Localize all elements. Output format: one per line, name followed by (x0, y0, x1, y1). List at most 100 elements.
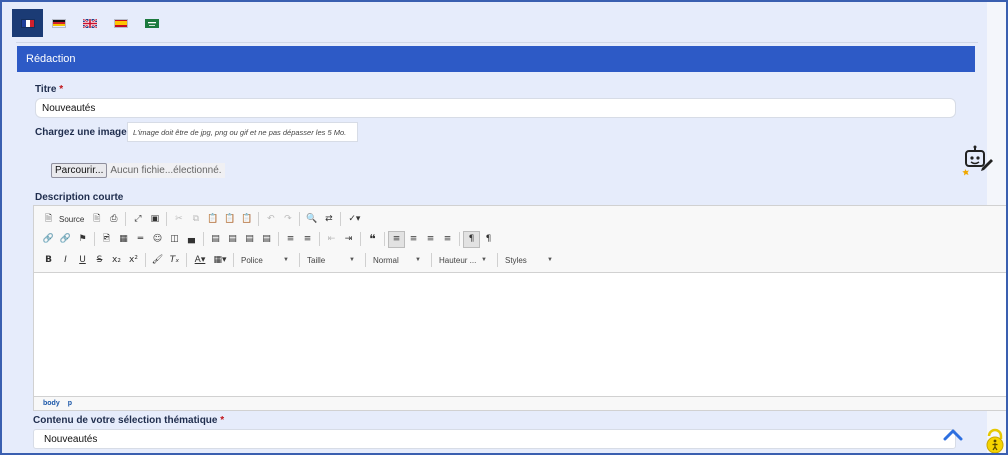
chevron-down-icon: ▼ (349, 257, 355, 263)
toolbar-separator (497, 253, 498, 267)
path-body[interactable]: body (43, 400, 60, 407)
blockquote-icon[interactable]: ❝ (364, 231, 381, 248)
paste-icon[interactable]: 📋 (204, 211, 221, 228)
justify-icon[interactable]: ≡ (439, 231, 456, 248)
bold-icon[interactable]: B (40, 252, 57, 269)
cut-icon[interactable]: ✂ (170, 211, 187, 228)
bulleted-list-icon[interactable]: ≡ (299, 231, 316, 248)
accessibility-icon[interactable] (983, 426, 1007, 454)
align-right-icon[interactable]: ≡ (422, 231, 439, 248)
indent-icon[interactable]: ⇥ (340, 231, 357, 248)
size-combo[interactable]: Taille ▼ (303, 252, 359, 268)
chevron-down-icon: ▼ (283, 257, 289, 263)
align-center-icon[interactable]: ≡ (405, 231, 422, 248)
italic-icon[interactable]: I (57, 252, 74, 269)
title-label-text: Titre (35, 84, 57, 95)
toolbar-separator (166, 212, 168, 226)
source-button[interactable]: Source (57, 215, 88, 224)
toolbar-separator (384, 232, 385, 246)
paste-word-icon[interactable]: 📋 (238, 211, 255, 228)
replace-icon[interactable]: ⇄ (320, 211, 337, 228)
tab-lang-gb[interactable] (74, 9, 105, 37)
styles-combo-label: Styles (505, 255, 527, 265)
toolbar-separator (319, 232, 320, 246)
page-break-icon[interactable]: ▄ (183, 231, 200, 248)
superscript-icon[interactable]: x² (125, 252, 142, 269)
unlink-icon[interactable]: 🔗 (57, 231, 74, 248)
thematic-selection-label: Contenu de votre sélection thématique * (33, 415, 224, 426)
copy-format-icon[interactable]: 🖌 (149, 252, 166, 269)
font-combo-label: Police (241, 255, 263, 265)
link-icon[interactable]: 🔗 (40, 231, 57, 248)
toolbar-separator (125, 212, 127, 226)
font-combo[interactable]: Police ▼ (237, 252, 293, 268)
layout-icon[interactable]: ▤ (207, 231, 224, 248)
image-icon[interactable]: 🖻 (98, 231, 115, 248)
undo-icon[interactable]: ↶ (262, 211, 279, 228)
styles-combo[interactable]: Styles ▼ (501, 252, 557, 268)
toolbar-separator (145, 253, 146, 267)
toolbar-separator (360, 232, 361, 246)
remove-format-icon[interactable]: Tₓ (166, 252, 183, 269)
editor-content-area[interactable] (34, 272, 1006, 397)
title-input[interactable]: Nouveautés (35, 98, 956, 118)
toolbar-separator (459, 232, 460, 246)
bottom-area: Contenu de votre sélection thématique * … (2, 411, 983, 453)
flag-de-icon (51, 18, 66, 28)
show-blocks-icon[interactable]: ▣ (146, 211, 163, 228)
format-combo[interactable]: Normal ▼ (369, 252, 425, 268)
redo-icon[interactable]: ↷ (279, 211, 296, 228)
copy-icon[interactable]: ⧉ (187, 211, 204, 228)
strikethrough-icon[interactable]: S (91, 252, 108, 269)
toolbar-separator (233, 253, 234, 267)
height-combo[interactable]: Hauteur ... ▼ (435, 252, 491, 268)
anchor-flag-icon[interactable]: ⚑ (74, 231, 91, 248)
text-direction-ltr-icon[interactable]: ¶ (463, 230, 480, 248)
editor-toolbar-row-3: B I U S x₂ x² 🖌 Tₓ A▾ ▦▾ Police ▼ Taille… (40, 251, 560, 269)
image-label: Chargez une image (35, 127, 127, 138)
paste-text-icon[interactable]: 📋 (221, 211, 238, 228)
align-left-icon[interactable]: ≡ (388, 230, 405, 248)
special-char-icon[interactable]: ◫ (166, 231, 183, 248)
background-color-icon[interactable]: ▦▾ (210, 252, 230, 269)
tab-lang-es[interactable] (105, 9, 136, 37)
browse-button[interactable]: Parcourir... (51, 163, 108, 178)
tab-lang-de[interactable] (43, 9, 74, 37)
image-hint: L'image doit être de jpg, png ou gif et … (127, 122, 358, 142)
text-direction-rtl-icon[interactable]: ¶ (480, 231, 497, 248)
scroll-top-chevron-icon[interactable] (943, 428, 963, 442)
required-marker: * (59, 84, 64, 95)
path-p[interactable]: p (68, 400, 72, 407)
tab-lang-sa[interactable] (136, 9, 167, 37)
editor-toolbar-row-2: 🔗 🔗 ⚑ 🖻 ▦ ═ ☺ ◫ ▄ ▤ ▤ ▤ ▤ ≡ ≡ ⇤ ⇥ ❝ ≡ ≡ (40, 230, 497, 248)
language-tabs (12, 8, 167, 38)
section-header: Rédaction (17, 46, 975, 72)
text-color-icon[interactable]: A▾ (190, 252, 210, 269)
layout-icon[interactable]: ▤ (241, 231, 258, 248)
tab-lang-fr[interactable] (12, 9, 43, 37)
outdent-icon[interactable]: ⇤ (323, 231, 340, 248)
required-marker: * (220, 415, 225, 426)
smiley-icon[interactable]: ☺ (149, 231, 166, 248)
source-icon[interactable]: 🗎 (40, 211, 57, 228)
toolbar-separator (278, 232, 279, 246)
ai-assistant-icon[interactable] (960, 144, 994, 178)
preview-icon[interactable]: 🖹 (88, 211, 105, 228)
flag-es-icon (113, 18, 128, 28)
thematic-selection-input[interactable]: Nouveautés (33, 429, 956, 449)
language-tabs-divider (16, 42, 978, 43)
horizontal-rule-icon[interactable]: ═ (132, 231, 149, 248)
layout-icon[interactable]: ▤ (258, 231, 275, 248)
spellcheck-icon[interactable]: ✓▾ (344, 211, 364, 228)
table-icon[interactable]: ▦ (115, 231, 132, 248)
layout-icon[interactable]: ▤ (224, 231, 241, 248)
toolbar-separator (431, 253, 432, 267)
chevron-down-icon: ▼ (481, 257, 487, 263)
find-icon[interactable]: 🔍 (303, 211, 320, 228)
print-icon[interactable]: ⎙ (105, 211, 122, 228)
numbered-list-icon[interactable]: ≡ (282, 231, 299, 248)
subscript-icon[interactable]: x₂ (108, 252, 125, 269)
rich-text-editor: 🗎 Source 🖹 ⎙ ⤢ ▣ ✂ ⧉ 📋 📋 📋 ↶ ↷ 🔍 ⇄ ✓▾ 🔗 … (33, 205, 1006, 411)
maximize-icon[interactable]: ⤢ (129, 211, 146, 228)
underline-icon[interactable]: U (74, 252, 91, 269)
